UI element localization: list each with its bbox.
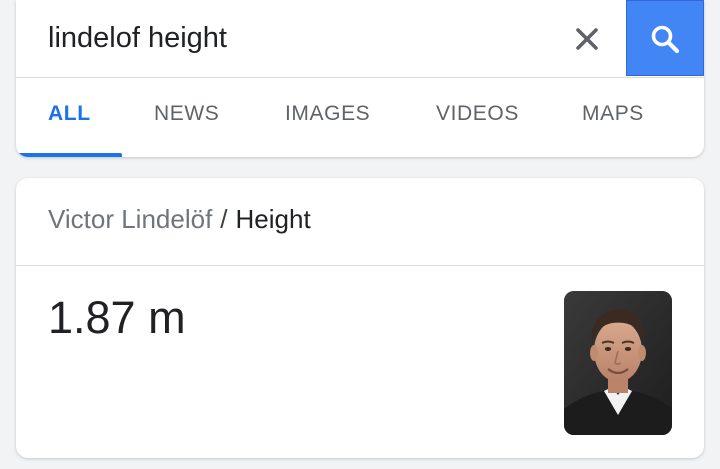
search-button[interactable] — [626, 0, 704, 76]
search-header: ALL NEWS IMAGES VIDEOS MAPS — [16, 0, 704, 157]
answer-value: 1.87 m — [48, 292, 186, 343]
breadcrumb-separator: / — [220, 204, 228, 234]
person-thumbnail[interactable] — [564, 291, 672, 435]
entity-link[interactable]: Victor Lindelöf — [48, 204, 212, 234]
answer-divider — [16, 265, 704, 266]
tab-all[interactable]: ALL — [48, 102, 91, 126]
search-bar — [16, 0, 704, 76]
tab-videos[interactable]: VIDEOS — [436, 102, 519, 126]
tab-news[interactable]: NEWS — [154, 102, 219, 126]
search-icon — [651, 25, 680, 54]
close-icon — [576, 28, 598, 50]
clear-button[interactable] — [568, 20, 606, 58]
answer-breadcrumb: Victor Lindelöf / Height — [48, 204, 311, 235]
tab-maps[interactable]: MAPS — [582, 102, 644, 126]
search-input[interactable] — [48, 14, 548, 62]
tab-images[interactable]: IMAGES — [285, 102, 370, 126]
search-tabs: ALL NEWS IMAGES VIDEOS MAPS — [16, 78, 704, 157]
answer-card: Victor Lindelöf / Height 1.87 m — [16, 178, 704, 458]
person-photo-icon — [564, 291, 672, 435]
attribute-label: Height — [235, 204, 311, 234]
active-tab-indicator — [16, 153, 122, 157]
